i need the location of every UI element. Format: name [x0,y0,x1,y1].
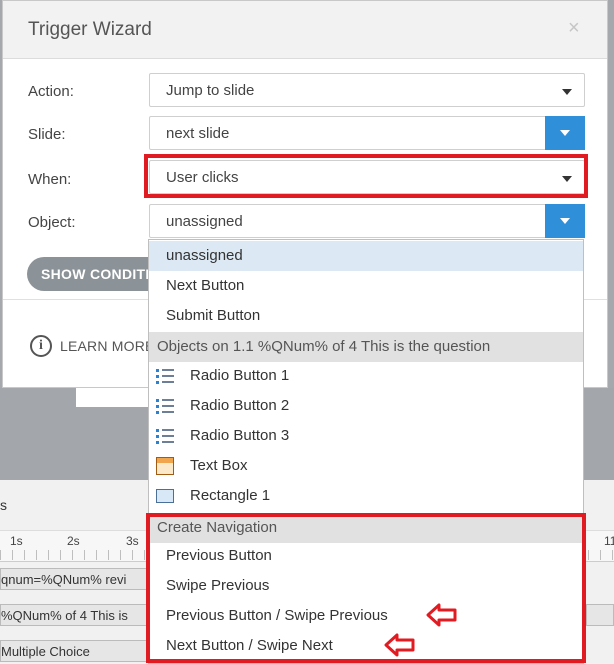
chevron-down-icon [560,130,570,136]
group-header-objects: Objects on 1.1 %QNum% of 4 This is the q… [149,332,583,362]
timeline-row[interactable]: qnum=%QNum% revi [0,568,148,590]
timeline-header-label: s [0,497,7,513]
list-item-label: Rectangle 1 [190,487,271,504]
arrow-left-icon [426,603,457,627]
list-item-label: Radio Button 1 [190,367,290,384]
list-item-label: Text Box [190,457,248,474]
info-icon: i [30,335,52,357]
rectangle-icon [156,489,174,503]
list-item-label: Radio Button 3 [190,427,290,444]
timeline-row[interactable]: Multiple Choice [0,640,148,662]
slide-label: Slide: [28,126,66,143]
list-item-submit-button[interactable]: Submit Button [149,301,583,331]
object-select[interactable]: unassigned [149,204,585,238]
list-item-radio-button-2[interactable]: Radio Button 2 [149,391,583,421]
radio-list-icon [156,397,174,415]
timeline-tick-label: 2s [67,534,80,548]
chevron-down-icon [562,89,572,95]
close-icon[interactable]: × [568,17,580,40]
learn-more-link[interactable]: LEARN MORE [60,338,155,354]
list-item-text-box[interactable]: Text Box [149,451,583,481]
slide-select[interactable]: next slide [149,116,585,150]
dialog-header: Trigger Wizard × [3,1,607,59]
highlight-box-create-navigation [146,513,586,663]
action-select-value: Jump to slide [166,82,255,99]
highlight-box-when [144,154,588,198]
timeline-tick-label: 1s [10,534,23,548]
timeline-row-bar[interactable] [586,604,614,626]
radio-list-icon [156,427,174,445]
action-select[interactable]: Jump to slide [149,73,585,107]
text-box-icon [156,457,174,475]
show-conditions-button[interactable]: SHOW CONDITIONS [27,257,167,291]
list-item-unassigned[interactable]: unassigned [149,241,583,271]
radio-list-icon [156,367,174,385]
arrow-left-icon [384,633,415,657]
dialog-title: Trigger Wizard [28,19,152,40]
object-select-value: unassigned [166,213,243,230]
slide-canvas-fragment [76,385,148,407]
action-label: Action: [28,83,74,100]
when-label: When: [28,171,72,188]
object-label: Object: [28,214,76,231]
list-item-label: Radio Button 2 [190,397,290,414]
slide-dropdown-button[interactable] [545,116,585,150]
timeline-tick-label: 11 [604,534,614,548]
object-dropdown-button[interactable] [545,204,585,238]
slide-select-value: next slide [166,125,230,142]
list-item-radio-button-3[interactable]: Radio Button 3 [149,421,583,451]
timeline-row[interactable]: %QNum% of 4 This is [0,604,148,626]
chevron-down-icon [560,218,570,224]
timeline-tick-label: 3s [126,534,139,548]
list-item-radio-button-1[interactable]: Radio Button 1 [149,361,583,391]
list-item-rectangle-1[interactable]: Rectangle 1 [149,481,583,511]
list-item-next-button[interactable]: Next Button [149,271,583,301]
